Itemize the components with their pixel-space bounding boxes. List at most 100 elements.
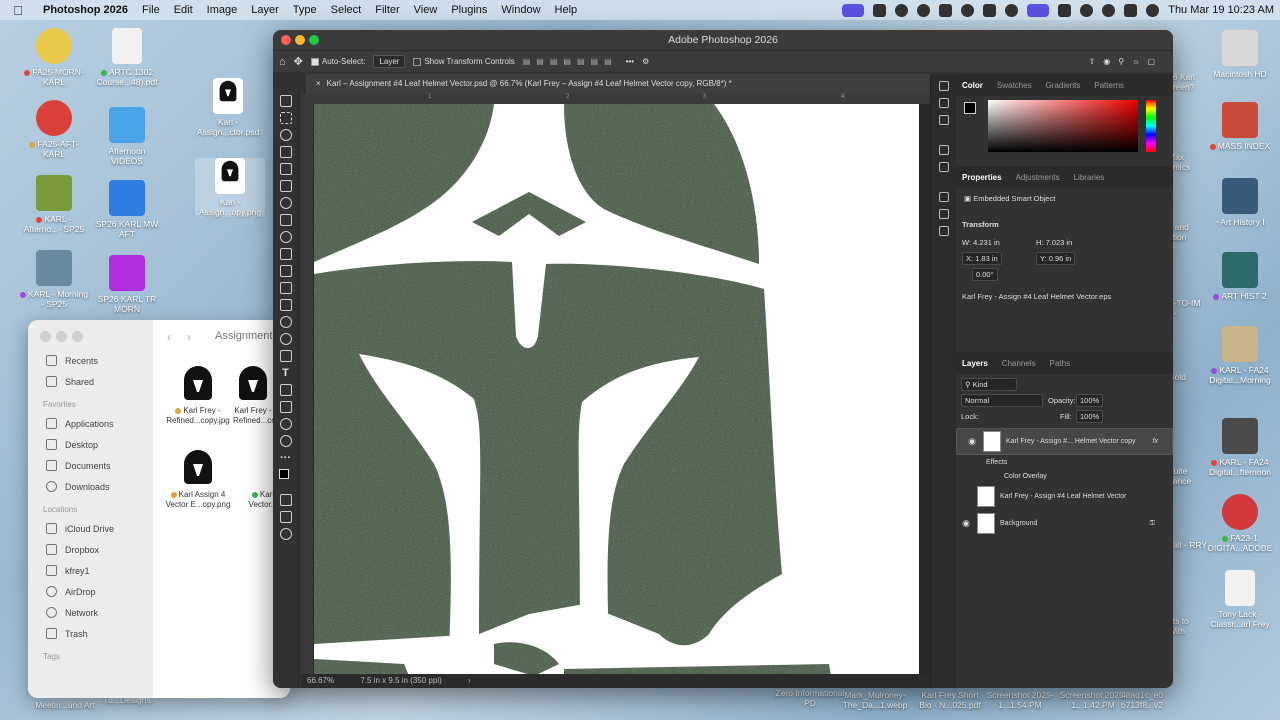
siri-icon[interactable] bbox=[1146, 3, 1160, 17]
desktop-item-selected[interactable]: Karl - Assign...opy.png bbox=[195, 158, 265, 218]
creative-cloud-icon[interactable] bbox=[917, 3, 931, 17]
desktop-item[interactable]: Afternoon VIDEOS bbox=[92, 107, 162, 166]
tab-gradients[interactable]: Gradients bbox=[1046, 81, 1081, 90]
tab-swatches[interactable]: Swatches bbox=[997, 81, 1032, 90]
stamp-tool-icon[interactable] bbox=[279, 248, 292, 260]
sidebar-item-network[interactable]: Network bbox=[28, 602, 153, 623]
sidebar-item-applications[interactable]: Applications bbox=[28, 413, 153, 434]
file-item[interactable]: Karl Frey - Refined...copy bbox=[233, 366, 273, 425]
auto-select-target-dropdown[interactable]: Layer bbox=[373, 55, 406, 68]
time-machine-icon[interactable] bbox=[1005, 3, 1019, 17]
hand-tool-icon[interactable] bbox=[279, 418, 292, 430]
sidebar-item-icloud[interactable]: iCloud Drive bbox=[28, 518, 153, 539]
type-tool-icon[interactable]: T bbox=[280, 367, 292, 379]
desktop-item[interactable]: SP26 KARL MW AFT bbox=[92, 180, 162, 239]
layer-row-background[interactable]: ◉ Background ⚿ bbox=[956, 510, 1173, 537]
screen-mode-icon[interactable] bbox=[279, 511, 292, 523]
crop-tool-icon[interactable] bbox=[279, 163, 292, 175]
eyedropper-tool-icon[interactable] bbox=[279, 197, 292, 209]
transform-controls-toggle[interactable]: Show Transform Controls bbox=[413, 57, 515, 66]
menu-help[interactable]: Help bbox=[548, 4, 585, 16]
desktop-item-partial[interactable]: Suite hance bbox=[1168, 466, 1208, 486]
zoom-button[interactable] bbox=[309, 35, 319, 45]
menu-window[interactable]: Window bbox=[494, 4, 547, 16]
control-center-icon[interactable] bbox=[1124, 3, 1138, 17]
vpn-icon[interactable] bbox=[873, 3, 887, 17]
history-brush-icon[interactable] bbox=[279, 265, 292, 277]
desktop-item-partial[interactable]: Max omics bbox=[1168, 152, 1208, 172]
tab-layers[interactable]: Layers bbox=[962, 359, 988, 368]
lasso-tool-icon[interactable] bbox=[279, 129, 292, 141]
y-field[interactable]: Y: 0.96 in bbox=[1036, 252, 1076, 265]
pen-tool-icon[interactable] bbox=[279, 350, 292, 362]
desktop-item-partial[interactable]: Fall - RRY bbox=[1168, 540, 1208, 550]
canvas-area[interactable]: 1 2 3 4 bbox=[301, 94, 930, 676]
align-icons[interactable]: ▤▤▤▤▤▤▤ bbox=[523, 57, 618, 66]
desktop-item-partial[interactable]: E-TO-IM E- bbox=[1168, 298, 1208, 318]
extension-icon[interactable] bbox=[895, 3, 909, 17]
eye-icon[interactable]: ◉ bbox=[960, 518, 972, 529]
character-panel-icon[interactable] bbox=[938, 192, 949, 202]
desktop-item[interactable]: ~Art History I bbox=[1205, 178, 1275, 227]
brush-tool-icon[interactable] bbox=[279, 231, 292, 243]
sidebar-item-dropbox[interactable]: Dropbox bbox=[28, 539, 153, 560]
desktop-item-bottom[interactable]: Meetin...und Art bbox=[30, 700, 100, 710]
apple-menu-icon[interactable]:  bbox=[0, 3, 36, 18]
file-item[interactable]: Karl Frey - Refined...copy.jpg bbox=[163, 366, 233, 425]
tab-adjustments[interactable]: Adjustments bbox=[1016, 173, 1060, 182]
fx-icon[interactable]: fx bbox=[1153, 438, 1158, 445]
desktop-item-partial[interactable]: s and ation bbox=[1168, 222, 1208, 242]
minimize-button[interactable] bbox=[295, 35, 305, 45]
dodge-tool-icon[interactable] bbox=[279, 333, 292, 345]
tab-close-icon[interactable]: × bbox=[316, 79, 321, 88]
document-info[interactable]: 7.5 in x 9.5 in (350 ppi) bbox=[360, 676, 441, 685]
desktop-item[interactable]: SP26 KARL TR MORN bbox=[92, 255, 162, 314]
paint-bucket-icon[interactable] bbox=[279, 299, 292, 311]
sidebar-item-documents[interactable]: Documents bbox=[28, 455, 153, 476]
desktop-item-bottom[interactable]: Zero Informational PD bbox=[775, 688, 845, 708]
desktop-item-bottom[interactable]: 48ad1c_e0 b713f8...v2 bbox=[1118, 690, 1166, 710]
document-tab[interactable]: × Karl – Assignment #4 Leaf Helmet Vector… bbox=[306, 74, 932, 94]
desktop-item[interactable]: ART HIST 2 bbox=[1205, 252, 1275, 301]
auto-select-toggle[interactable]: Auto-Select: bbox=[310, 57, 365, 66]
top-right-icons[interactable]: ⇧◉⚲☼▢ bbox=[1089, 57, 1163, 66]
glyphs-panel-icon[interactable] bbox=[938, 226, 949, 236]
quick-mask-icon[interactable] bbox=[279, 494, 292, 506]
close-button[interactable] bbox=[281, 35, 291, 45]
comments-panel-icon[interactable] bbox=[938, 115, 949, 125]
forward-button[interactable]: › bbox=[187, 330, 191, 344]
adjustments-panel-icon[interactable] bbox=[938, 145, 949, 155]
object-select-tool-icon[interactable] bbox=[279, 146, 292, 158]
tab-patterns[interactable]: Patterns bbox=[1094, 81, 1124, 90]
dropbox-icon[interactable] bbox=[983, 3, 997, 17]
menubar-clock[interactable]: Thu Mar 19 10:23 AM bbox=[1168, 4, 1274, 16]
zoom-button[interactable] bbox=[72, 331, 83, 342]
history-panel-icon[interactable] bbox=[938, 81, 949, 91]
desktop-item-partial[interactable]: Gold bbox=[1168, 372, 1208, 382]
menu-view[interactable]: View bbox=[407, 4, 445, 16]
marquee-tool-icon[interactable] bbox=[279, 112, 292, 124]
eye-icon[interactable]: ◉ bbox=[966, 436, 978, 447]
eraser-tool-icon[interactable] bbox=[279, 282, 292, 294]
sidebar-item-recents[interactable]: Recents bbox=[28, 350, 153, 371]
zoom-level[interactable]: 66.67% bbox=[307, 676, 334, 685]
file-item[interactable]: Karl Assign 4 Vector E...opy.png bbox=[163, 450, 233, 509]
paragraph-panel-icon[interactable] bbox=[938, 209, 949, 219]
sidebar-item-trash[interactable]: Trash bbox=[28, 623, 153, 644]
layer-effect-color-overlay[interactable]: Color Overlay bbox=[956, 469, 1173, 483]
back-button[interactable]: ‹ bbox=[167, 330, 171, 344]
generative-icon[interactable] bbox=[279, 528, 292, 540]
desktop-item[interactable]: FA23-1 DIGITA...ADOBE bbox=[1205, 494, 1275, 553]
desktop-item[interactable]: KARL - FA24 Digital...Morning bbox=[1205, 326, 1275, 385]
filter-kind-dropdown[interactable]: ⚲ Kind bbox=[961, 378, 1017, 391]
tab-properties[interactable]: Properties bbox=[962, 173, 1002, 182]
desktop-item[interactable]: FA25-MORN-KARL bbox=[19, 28, 89, 87]
menu-edit[interactable]: Edit bbox=[167, 4, 200, 16]
menu-filter[interactable]: Filter bbox=[368, 4, 406, 16]
opacity-field[interactable]: 100% bbox=[1076, 394, 1104, 407]
sidebar-item-airdrop[interactable]: AirDrop bbox=[28, 581, 153, 602]
desktop-item-partial[interactable]: nts to With bbox=[1168, 616, 1208, 636]
desktop-item[interactable]: KARL - Afterno...- SP25 bbox=[19, 175, 89, 234]
desktop-item-bottom[interactable]: Mark_Mulroney- The_Da...1.webp bbox=[840, 690, 910, 710]
fill-field[interactable]: 100% bbox=[1076, 410, 1104, 423]
